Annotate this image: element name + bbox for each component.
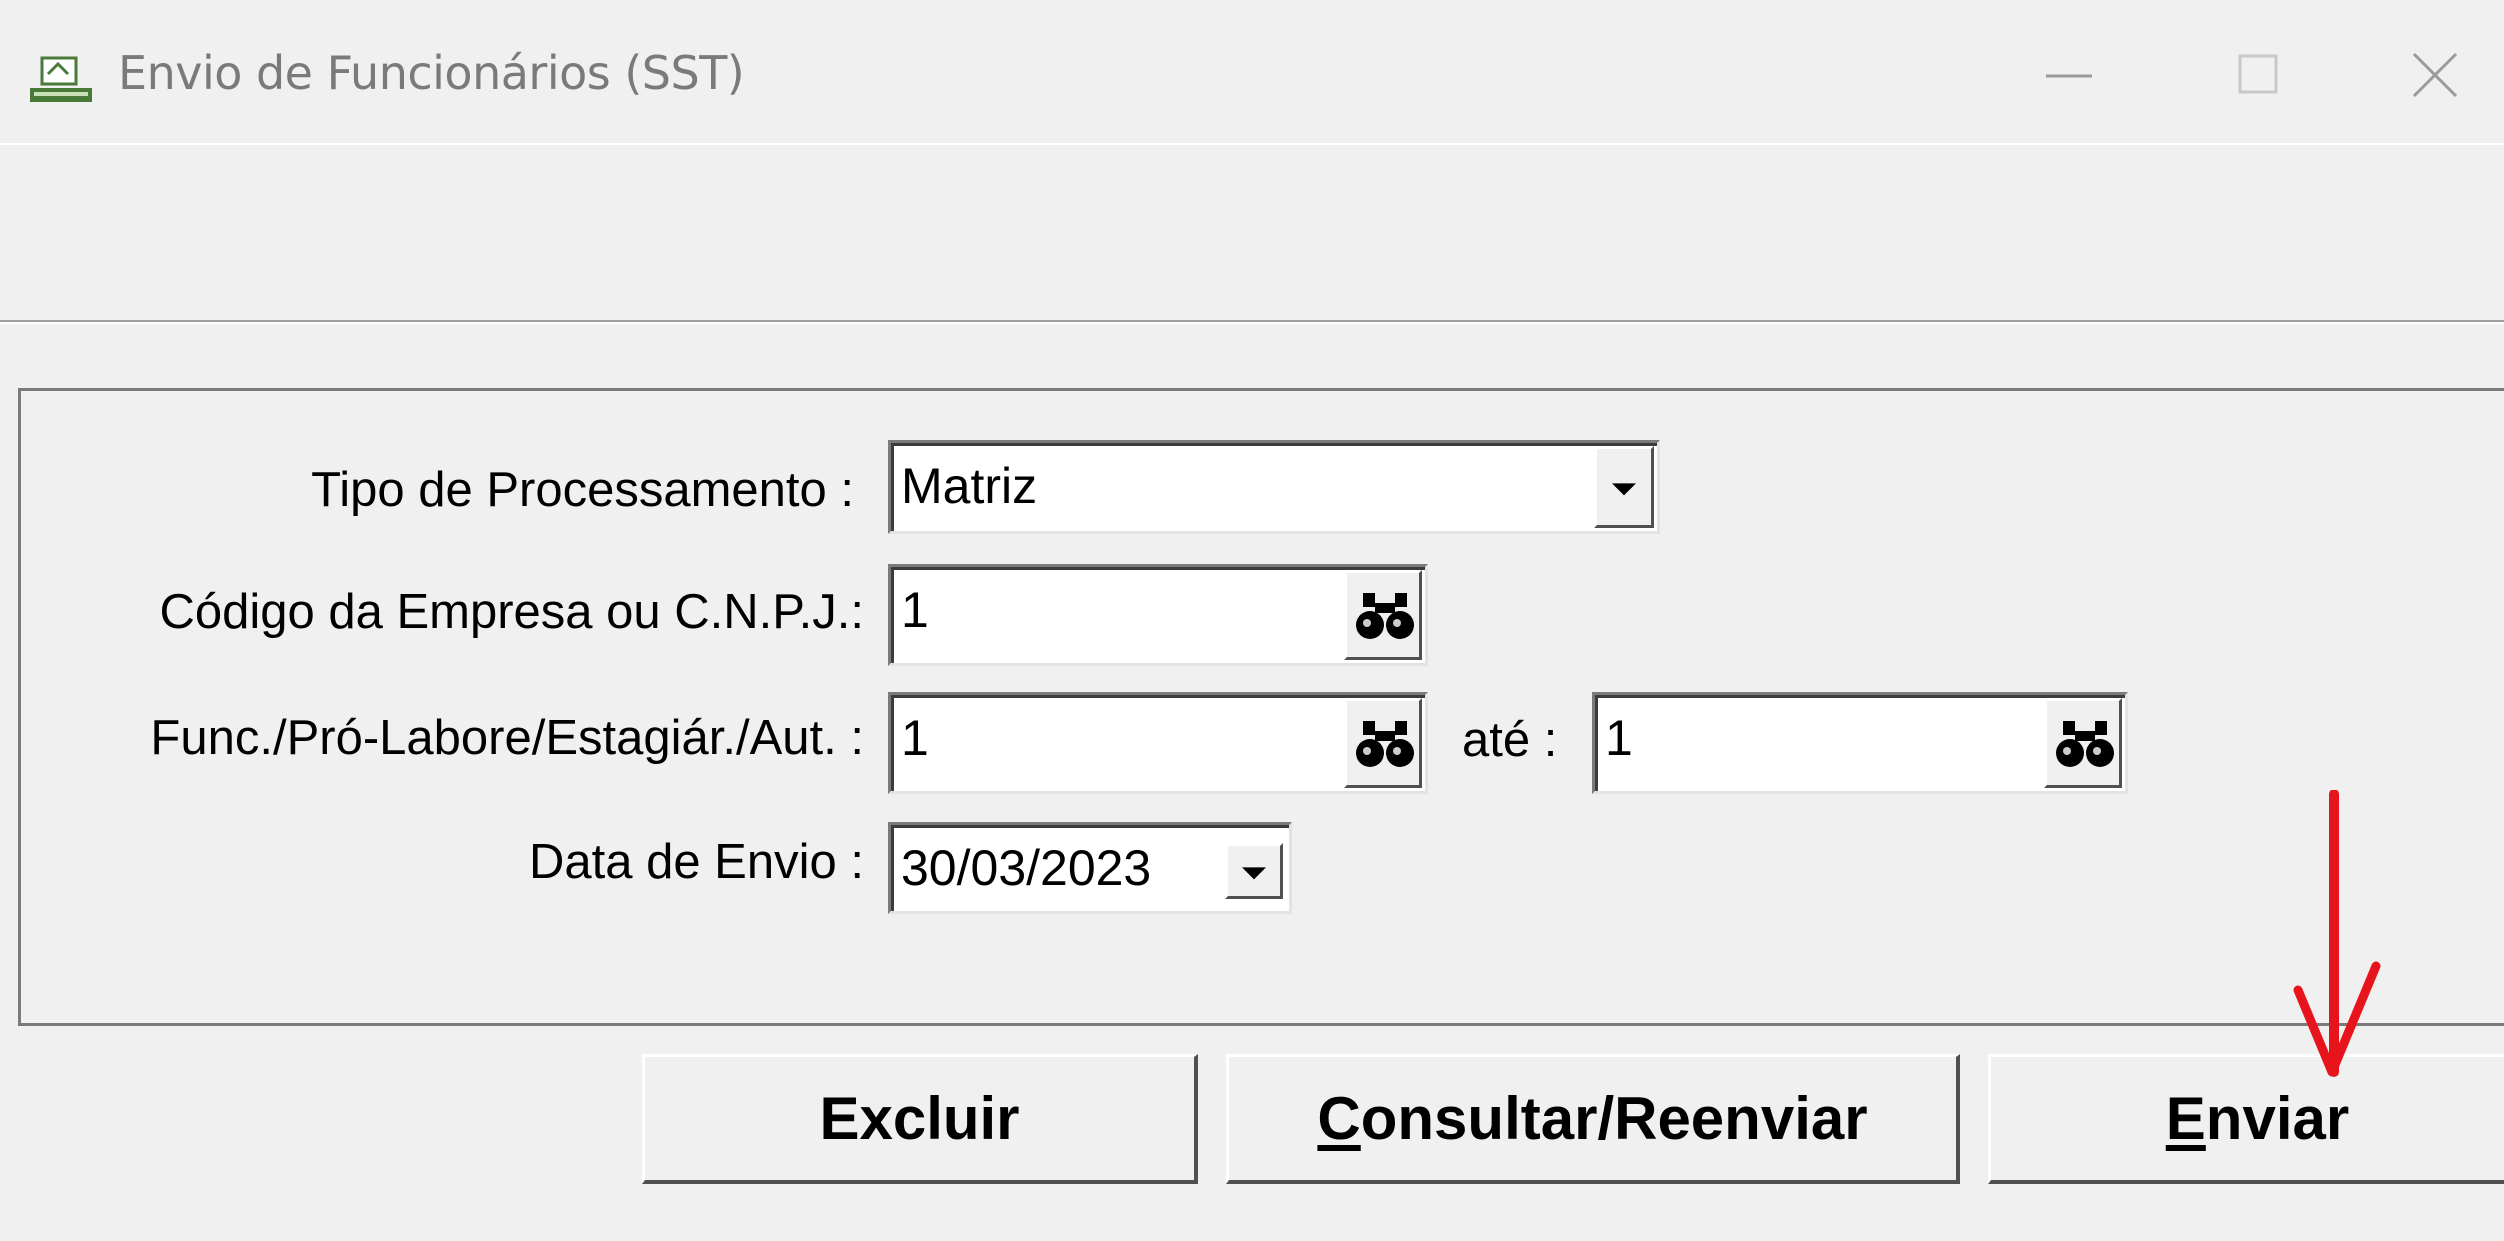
binoculars-icon [1356,721,1414,767]
maximize-icon[interactable] [2224,40,2294,110]
chevron-down-icon [1612,483,1636,496]
excluir-button[interactable]: Excluir [642,1054,1198,1184]
window-title: Envio de Funcionários (SST) [118,46,745,100]
funcionario-final-search-button[interactable] [2044,698,2122,788]
funcionario-label: Func./Pró-Labore/Estagiár./Aut. : [150,711,864,765]
enviar-button[interactable]: Enviar [1988,1054,2504,1184]
chevron-down-icon [1242,867,1266,880]
consultar-label: onsultar/Reenviar [1360,1085,1868,1152]
toolbar-separator-highlight [0,322,2504,324]
enviar-label: nviar [2205,1085,2350,1152]
codigo-empresa-value: 1 [901,582,929,638]
consultar-reenviar-button[interactable]: Consultar/Reenviar [1226,1054,1960,1184]
tipo-processamento-value: Matriz [901,458,1038,514]
minimize-icon[interactable] [2036,40,2106,110]
binoculars-icon [1356,593,1414,639]
title-separator [0,143,2504,145]
red-arrow-down-icon [2293,790,2381,1077]
excluir-label: Excluir [819,1085,1020,1152]
funcionario-final-value: 1 [1605,710,1633,766]
consultar-mnemonic: C [1317,1085,1361,1152]
efiscal-app-icon [30,56,92,102]
funcionario-inicial-value: 1 [901,710,929,766]
funcionario-final-input[interactable]: 1 [1592,692,2128,794]
data-envio-value: 30/03/2023 [901,840,1152,896]
codigo-empresa-search-button[interactable] [1344,570,1422,660]
title-bar[interactable]: Envio de Funcionários (SST) [0,0,2504,150]
close-icon[interactable] [2400,40,2470,110]
funcionario-inicial-search-button[interactable] [1344,698,1422,788]
data-envio-picker[interactable]: 30/03/2023 [888,822,1292,914]
codigo-empresa-input[interactable]: 1 [888,564,1428,666]
tipo-processamento-dropdown-button[interactable] [1594,446,1654,528]
tipo-processamento-select[interactable]: Matriz [888,440,1660,534]
codigo-empresa-label: Código da Empresa ou C.N.P.J.: [159,585,864,639]
data-envio-dropdown-button[interactable] [1225,843,1283,899]
tipo-processamento-label: Tipo de Processamento : [311,463,854,517]
enviar-mnemonic: E [2165,1085,2206,1152]
main-window: Envio de Funcionários (SST) Tipo de Proc… [0,0,2504,1241]
data-envio-label: Data de Envio : [528,835,864,889]
ate-label: até : [1462,713,1558,767]
binoculars-icon [2056,721,2114,767]
funcionario-inicial-input[interactable]: 1 [888,692,1428,794]
